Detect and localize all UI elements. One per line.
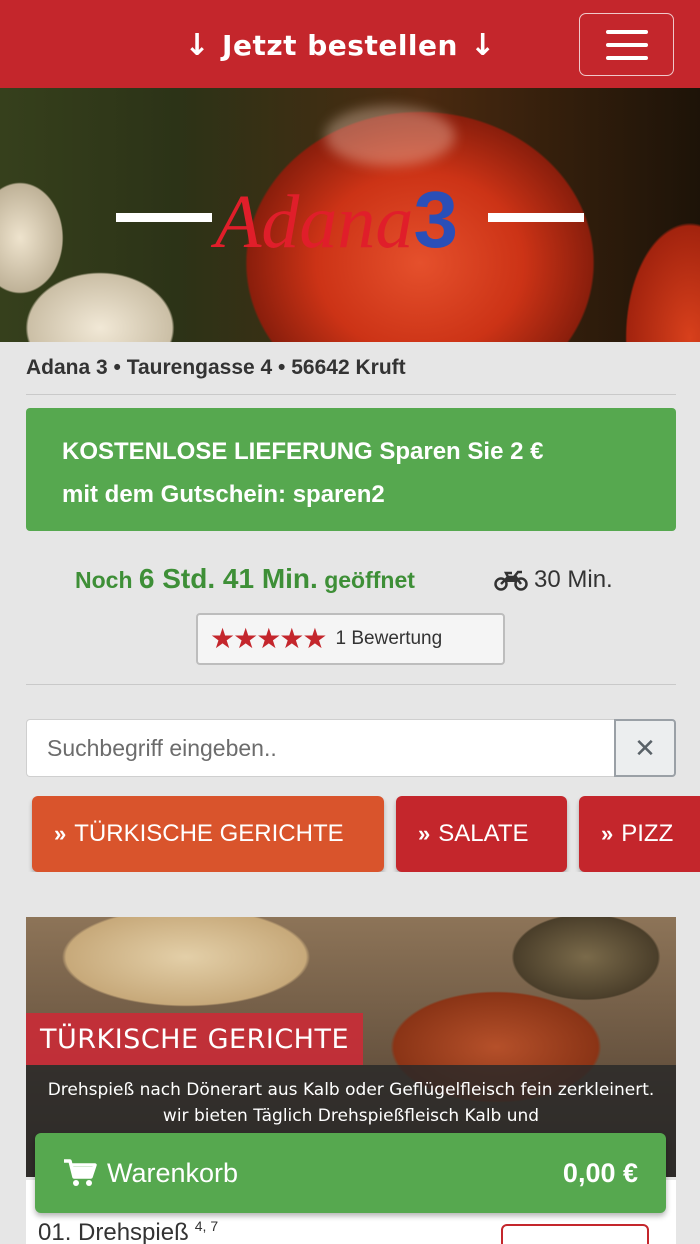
menu-item-name: 01. Drehspieß 4, 7 <box>38 1218 218 1244</box>
category-label: SALATE <box>438 820 529 847</box>
rating-count: 1 Bewertung <box>335 628 443 649</box>
double-chevron-icon: » <box>418 821 431 846</box>
category-turkish-dishes[interactable]: » TÜRKISCHE GERICHTE <box>32 796 384 872</box>
close-icon: ✕ <box>634 732 656 763</box>
open-suffix: geöffnet <box>324 567 415 593</box>
menu-item-title: 01. Drehspieß <box>38 1219 189 1244</box>
arrow-down-icon: ↓ <box>184 27 211 63</box>
category-label: PIZZ <box>621 820 674 847</box>
open-time: 6 Std. 41 Min. <box>138 563 318 594</box>
rating-badge[interactable]: ★★★★★ 1 Bewertung <box>196 613 505 665</box>
cart-total: 0,00 € <box>562 1157 638 1188</box>
motorcycle-icon <box>494 570 528 591</box>
category-salads[interactable]: » SALATE <box>396 796 567 872</box>
opening-status: Noch 6 Std. 41 Min. geöffnet <box>75 563 415 595</box>
delivery-time: 30 Min. <box>494 566 613 594</box>
section-title: TÜRKISCHE GERICHTE <box>26 1013 364 1065</box>
order-now-label: Jetzt bestellen <box>222 28 458 62</box>
restaurant-address: Adana 3 • Taurengasse 4 • 56642 Kruft <box>26 356 406 379</box>
double-chevron-icon: » <box>54 821 67 846</box>
hero-highlight <box>325 106 455 166</box>
cart-button[interactable]: Warenkorb 0,00 € <box>35 1133 666 1213</box>
logo-word: Adana <box>215 180 414 264</box>
divider <box>26 394 676 395</box>
logo-number: 3 <box>413 175 458 264</box>
menu-line <box>605 42 648 47</box>
menu-line <box>605 55 648 60</box>
hero-banner: Adana 3 <box>0 88 700 342</box>
logo-line-right <box>488 213 584 222</box>
restaurant-logo: Adana 3 <box>215 175 458 264</box>
clear-search-button[interactable]: ✕ <box>614 719 676 777</box>
cart-label: Warenkorb <box>107 1157 239 1188</box>
category-nav: » TÜRKISCHE GERICHTE » SALATE » PIZZ <box>0 796 700 872</box>
logo-line-left <box>116 213 212 222</box>
arrow-down-icon: ↓ <box>469 27 496 63</box>
category-label: TÜRKISCHE GERICHTE <box>74 820 344 847</box>
search-input[interactable] <box>26 719 614 777</box>
allergen-codes: 4, 7 <box>194 1218 219 1234</box>
promo-banner: KOSTENLOSE LIEFERUNG Sparen Sie 2 € mit … <box>26 408 676 531</box>
divider <box>26 684 676 685</box>
search-bar: ✕ <box>26 719 676 777</box>
hamburger-menu-icon[interactable] <box>579 13 674 76</box>
promo-line-1: KOSTENLOSE LIEFERUNG Sparen Sie 2 € <box>62 438 544 465</box>
open-prefix: Noch <box>75 567 133 593</box>
menu-line <box>605 29 648 34</box>
shopping-cart-icon <box>64 1159 97 1186</box>
star-rating-icon: ★★★★★ <box>210 623 328 654</box>
double-chevron-icon: » <box>601 821 614 846</box>
top-bar: ↓ Jetzt bestellen ↓ <box>0 0 700 88</box>
add-item-button[interactable] <box>501 1224 649 1244</box>
promo-line-2: mit dem Gutschein: sparen2 <box>62 481 385 508</box>
category-pizza[interactable]: » PIZZ <box>579 796 700 872</box>
order-now-button[interactable]: ↓ Jetzt bestellen ↓ <box>160 22 520 68</box>
delivery-time-label: 30 Min. <box>534 566 613 593</box>
